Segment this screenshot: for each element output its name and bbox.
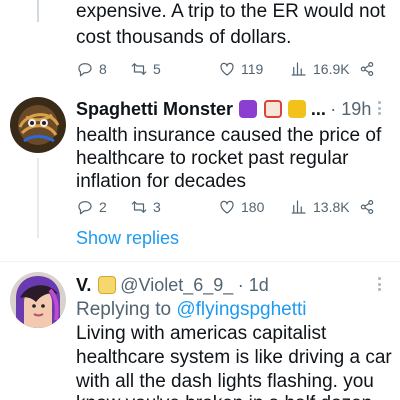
- tweet-text-line: healthcare to rocket past regular: [76, 148, 349, 169]
- reply-icon: [78, 63, 92, 77]
- views-count: 16.9K: [313, 61, 350, 77]
- divider: [0, 261, 400, 262]
- thread-line-top: [37, 0, 39, 22]
- avatar[interactable]: [10, 272, 66, 328]
- tweet-text-line: with all the dash lights flashing. you: [76, 371, 374, 392]
- retweet-count: 3: [153, 199, 161, 215]
- tweet-text-line: Living with americas capitalist: [76, 323, 327, 344]
- user-handle[interactable]: @Violet_6_9_: [120, 275, 233, 295]
- envelope-emoji-icon: [97, 276, 116, 294]
- tweet-text-line: inflation for decades: [76, 171, 247, 192]
- display-name[interactable]: Spaghetti Monster: [76, 99, 233, 119]
- tweet-time[interactable]: · 1d: [238, 275, 269, 295]
- retweet-icon: [131, 201, 147, 213]
- like-count: 180: [241, 199, 265, 215]
- reply-button[interactable]: 2: [76, 198, 107, 216]
- reply-count: 2: [99, 199, 107, 215]
- retweet-button[interactable]: 5: [130, 60, 161, 78]
- tweet-text-line: healthcare system is like driving a car: [76, 347, 392, 368]
- name-ellipsis: ...: [310, 99, 326, 119]
- retweet-count: 5: [153, 61, 161, 77]
- reply-icon: [78, 201, 92, 215]
- share-button[interactable]: [358, 60, 376, 78]
- replying-to: Replying to @flyingspghetti: [76, 298, 307, 322]
- like-button[interactable]: 119: [218, 60, 263, 78]
- sunflower-emoji-icon: [288, 100, 307, 118]
- tweet-actions-bar: 2 3 180 13.8K: [72, 195, 384, 219]
- share-icon: [360, 62, 374, 76]
- more-icon[interactable]: [376, 277, 382, 291]
- thread-line: [37, 158, 39, 238]
- avatar[interactable]: [10, 97, 66, 153]
- views-icon: [291, 200, 306, 214]
- retweet-icon: [131, 63, 147, 75]
- tweet-text-line: know you've broken in a half dozen: [76, 392, 372, 400]
- tweet-text-line: health insurance caused the price of: [76, 125, 382, 146]
- show-replies-link[interactable]: Show replies: [76, 228, 179, 249]
- tweet-time[interactable]: · 19h: [330, 99, 371, 119]
- display-name[interactable]: V.: [76, 275, 91, 295]
- like-icon: [220, 62, 234, 76]
- tweet-text-line: expensive. A trip to the ER would not: [76, 1, 386, 22]
- like-button[interactable]: 180: [218, 198, 264, 216]
- replying-to-label: Replying to: [76, 299, 172, 320]
- views-button[interactable]: 13.8K: [290, 198, 350, 216]
- tweet-header: V. @Violet_6_9_ · 1d: [76, 275, 269, 296]
- tweet-header: Spaghetti Monster ... · 19h: [76, 99, 371, 120]
- reply-button[interactable]: 8: [76, 60, 107, 78]
- share-button[interactable]: [358, 198, 376, 216]
- more-icon[interactable]: [376, 101, 382, 115]
- reply-count: 8: [99, 61, 107, 77]
- like-count: 119: [241, 61, 264, 77]
- replying-to-handle[interactable]: @flyingspghetti: [176, 299, 306, 320]
- views-icon: [291, 62, 306, 76]
- retweet-button[interactable]: 3: [130, 198, 161, 216]
- tweet-actions-bar: 8 5 119 16.9K: [72, 57, 384, 81]
- share-icon: [360, 200, 374, 214]
- views-button[interactable]: 16.9K: [290, 60, 350, 78]
- purple-monster-emoji-icon: [239, 100, 258, 118]
- tweet-text-line: cost thousands of dollars.: [76, 27, 292, 48]
- views-count: 13.8K: [313, 199, 350, 215]
- clown-emoji-icon: [263, 100, 282, 118]
- like-icon: [220, 200, 234, 214]
